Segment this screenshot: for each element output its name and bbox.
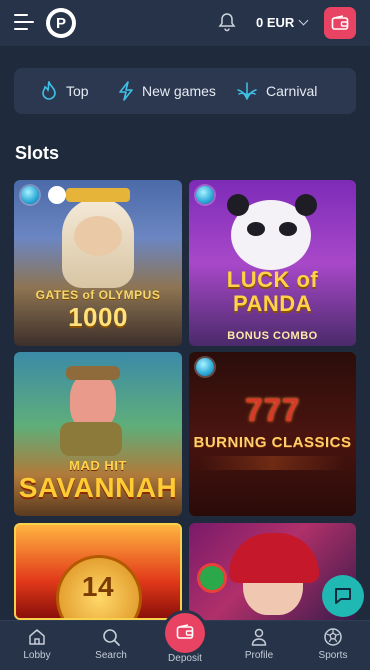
nav-label: Deposit — [168, 653, 202, 664]
game-subtitle: SAVANNAH — [18, 472, 178, 503]
user-icon — [251, 628, 267, 646]
logo[interactable]: P — [46, 8, 76, 38]
game-title: GATES of OLYMPUS — [35, 288, 161, 302]
category-bar: Top New games Carnival — [14, 68, 356, 114]
game-title: MAD HIT — [69, 458, 127, 473]
section-title: Slots — [15, 143, 60, 163]
deposit-button[interactable] — [165, 613, 205, 653]
gem-badge-icon — [196, 186, 214, 204]
chat-button[interactable] — [322, 575, 364, 617]
game-tile[interactable]: 14 — [14, 523, 182, 620]
balance-dropdown[interactable]: 0 EUR — [256, 15, 309, 30]
category-label: Top — [66, 83, 89, 99]
nav-search[interactable]: Search — [81, 627, 141, 661]
game-subtitle: BONUS COMBO — [227, 330, 318, 342]
game-subtitle: BURNING CLASSICS — [193, 434, 352, 451]
bottom-navigation: Lobby Search Deposit Profile Sports — [0, 613, 370, 670]
wallet-icon — [331, 15, 349, 30]
bell-icon[interactable] — [218, 12, 236, 32]
game-tile[interactable]: MAD HIT SAVANNAH — [14, 352, 182, 516]
search-icon — [103, 629, 120, 646]
top-header: P 0 EUR — [0, 0, 370, 46]
wallet-button[interactable] — [324, 7, 356, 39]
nav-label: Profile — [244, 650, 274, 661]
nav-sports[interactable]: Sports — [303, 627, 363, 661]
nav-label: Lobby — [23, 650, 51, 661]
chevron-down-icon — [298, 15, 309, 26]
category-new-games[interactable]: New games — [118, 81, 216, 101]
game-title: 14 — [81, 571, 115, 602]
leaf-icon — [237, 82, 257, 100]
wallet-icon — [176, 623, 194, 639]
game-title: LUCK of PANDA — [226, 267, 319, 317]
nav-label: Sports — [318, 650, 348, 661]
category-label: New games — [142, 83, 216, 99]
category-carnival[interactable]: Carnival — [236, 81, 317, 101]
category-top[interactable]: Top — [40, 81, 89, 101]
nav-profile[interactable]: Profile — [229, 627, 289, 661]
game-tile[interactable]: LUCK of PANDA BONUS COMBO — [189, 180, 356, 346]
gem-badge-icon — [21, 186, 39, 204]
flame-icon — [42, 81, 56, 100]
game-subtitle: 1000 — [68, 302, 128, 332]
lightning-icon — [119, 81, 133, 101]
soccer-ball-icon — [324, 628, 342, 646]
game-tile[interactable]: 777 BURNING CLASSICS — [189, 352, 356, 516]
chat-icon — [335, 588, 351, 604]
game-tile[interactable]: GATES of OLYMPUS 1000 — [14, 180, 182, 346]
game-title: 777 — [245, 392, 300, 428]
category-label: Carnival — [266, 83, 318, 99]
home-icon — [29, 629, 45, 645]
balance-amount: 0 EUR — [256, 15, 295, 30]
gem-badge-icon — [196, 358, 214, 376]
nav-lobby[interactable]: Lobby — [7, 627, 67, 661]
nav-label: Search — [95, 650, 127, 661]
menu-icon[interactable] — [14, 14, 34, 30]
